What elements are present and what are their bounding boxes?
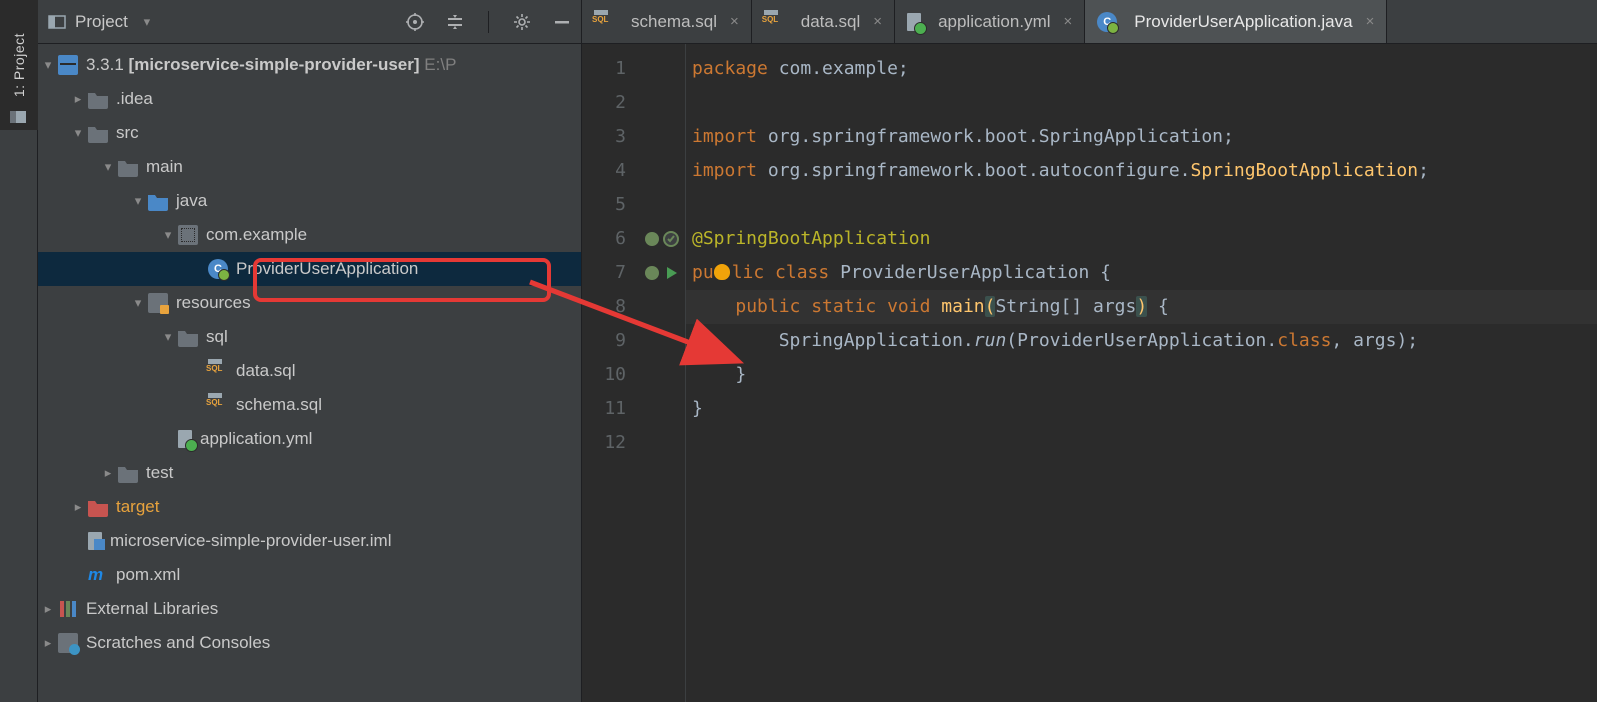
sql-file-icon — [208, 395, 228, 415]
chevron-down-icon[interactable] — [158, 327, 178, 347]
resources-folder-icon — [148, 293, 168, 313]
folder-icon — [118, 463, 138, 483]
tree-item-class-selected[interactable]: ProviderUserApplication — [38, 252, 581, 286]
chevron-down-icon[interactable] — [68, 123, 88, 143]
class-runnable-icon — [208, 259, 228, 279]
view-mode-dropdown-icon[interactable] — [137, 12, 157, 32]
collapse-all-icon[interactable] — [446, 13, 464, 31]
project-tool-tab-label: 1: Project — [11, 33, 27, 97]
run-markers[interactable] — [638, 256, 685, 290]
chevron-down-icon[interactable] — [98, 157, 118, 177]
chevron-right-icon[interactable] — [38, 599, 58, 619]
close-icon[interactable]: × — [1366, 13, 1375, 30]
run-gutter-icon[interactable] — [663, 265, 679, 281]
spring-bean-icon[interactable] — [644, 265, 660, 281]
locate-icon[interactable] — [406, 13, 424, 31]
chevron-down-icon[interactable] — [38, 55, 58, 75]
tree-item-yml[interactable]: application.yml — [38, 422, 581, 456]
run-markers[interactable] — [638, 222, 685, 256]
tree-item-schema-sql[interactable]: schema.sql — [38, 388, 581, 422]
class-runnable-icon — [1097, 12, 1117, 32]
tree-item-target[interactable]: target — [38, 490, 581, 524]
chevron-right-icon[interactable] — [98, 463, 118, 483]
line-number-gutter[interactable]: 123456789101112 — [582, 44, 638, 702]
sql-file-icon — [764, 12, 784, 32]
folder-icon — [88, 123, 108, 143]
tree-item-data-sql[interactable]: data.sql — [38, 354, 581, 388]
hide-icon[interactable] — [553, 13, 571, 31]
chevron-right-icon[interactable] — [68, 89, 88, 109]
iml-file-icon — [88, 532, 102, 550]
intention-bulb-icon[interactable] — [714, 264, 730, 280]
tab-application-yml[interactable]: application.yml× — [895, 0, 1085, 43]
project-panel: Project 3.3.1 [microservice-simple-provi… — [38, 0, 582, 702]
tree-item-test[interactable]: test — [38, 456, 581, 490]
root-name: 3.3.1 — [86, 55, 124, 74]
project-panel-header: Project — [38, 0, 581, 44]
code-body[interactable]: package com.example; import org.springfr… — [686, 44, 1597, 702]
close-icon[interactable]: × — [1064, 13, 1073, 30]
chevron-down-icon[interactable] — [128, 191, 148, 211]
chevron-down-icon[interactable] — [128, 293, 148, 313]
root-path: E:\P — [424, 55, 456, 74]
project-tree[interactable]: 3.3.1 [microservice-simple-provider-user… — [38, 44, 581, 664]
code-editor[interactable]: 123456789101112 package com.example; imp… — [582, 44, 1597, 702]
scratches-icon — [58, 633, 78, 653]
tool-window-icon[interactable] — [9, 108, 27, 126]
marker-gutter[interactable] — [638, 44, 686, 702]
run-gutter-icon[interactable] — [663, 231, 679, 247]
libraries-icon — [58, 599, 78, 619]
tree-item-package[interactable]: com.example — [38, 218, 581, 252]
tree-root[interactable]: 3.3.1 [microservice-simple-provider-user… — [38, 48, 581, 82]
tree-item-pom[interactable]: pom.xml — [38, 558, 581, 592]
project-view-icon — [48, 13, 66, 31]
folder-icon — [88, 89, 108, 109]
tree-item-resources[interactable]: resources — [38, 286, 581, 320]
tab-schema-sql[interactable]: schema.sql× — [582, 0, 752, 43]
tree-item-src[interactable]: src — [38, 116, 581, 150]
yml-spring-icon — [178, 430, 192, 448]
tool-window-rail: 1: Project — [0, 0, 38, 702]
root-qualifier: [microservice-simple-provider-user] — [129, 55, 420, 74]
chevron-down-icon[interactable] — [158, 225, 178, 245]
project-panel-title[interactable]: Project — [75, 12, 128, 32]
source-folder-icon — [148, 191, 168, 211]
maven-icon — [88, 565, 108, 585]
close-icon[interactable]: × — [873, 13, 882, 30]
tree-item-sql[interactable]: sql — [38, 320, 581, 354]
folder-icon — [178, 327, 198, 347]
editor-area: schema.sql× data.sql× application.yml× P… — [582, 0, 1597, 702]
tree-item-idea[interactable]: .idea — [38, 82, 581, 116]
chevron-right-icon[interactable] — [38, 633, 58, 653]
chevron-right-icon[interactable] — [68, 497, 88, 517]
tree-item-iml[interactable]: microservice-simple-provider-user.iml — [38, 524, 581, 558]
tree-item-main[interactable]: main — [38, 150, 581, 184]
tab-data-sql[interactable]: data.sql× — [752, 0, 895, 43]
tree-item-external-libraries[interactable]: External Libraries — [38, 592, 581, 626]
package-icon — [178, 225, 198, 245]
module-icon — [58, 55, 78, 75]
close-icon[interactable]: × — [730, 13, 739, 30]
editor-tabs: schema.sql× data.sql× application.yml× P… — [582, 0, 1597, 44]
sql-file-icon — [594, 12, 614, 32]
excluded-folder-icon — [88, 497, 108, 517]
spring-bean-icon[interactable] — [644, 231, 660, 247]
tree-item-java[interactable]: java — [38, 184, 581, 218]
yml-spring-icon — [907, 13, 921, 31]
tab-provideruserapplication[interactable]: ProviderUserApplication.java× — [1085, 0, 1387, 43]
gear-icon[interactable] — [513, 13, 531, 31]
folder-icon — [118, 157, 138, 177]
sql-file-icon — [208, 361, 228, 381]
tree-item-scratches[interactable]: Scratches and Consoles — [38, 626, 581, 660]
separator — [488, 11, 489, 33]
